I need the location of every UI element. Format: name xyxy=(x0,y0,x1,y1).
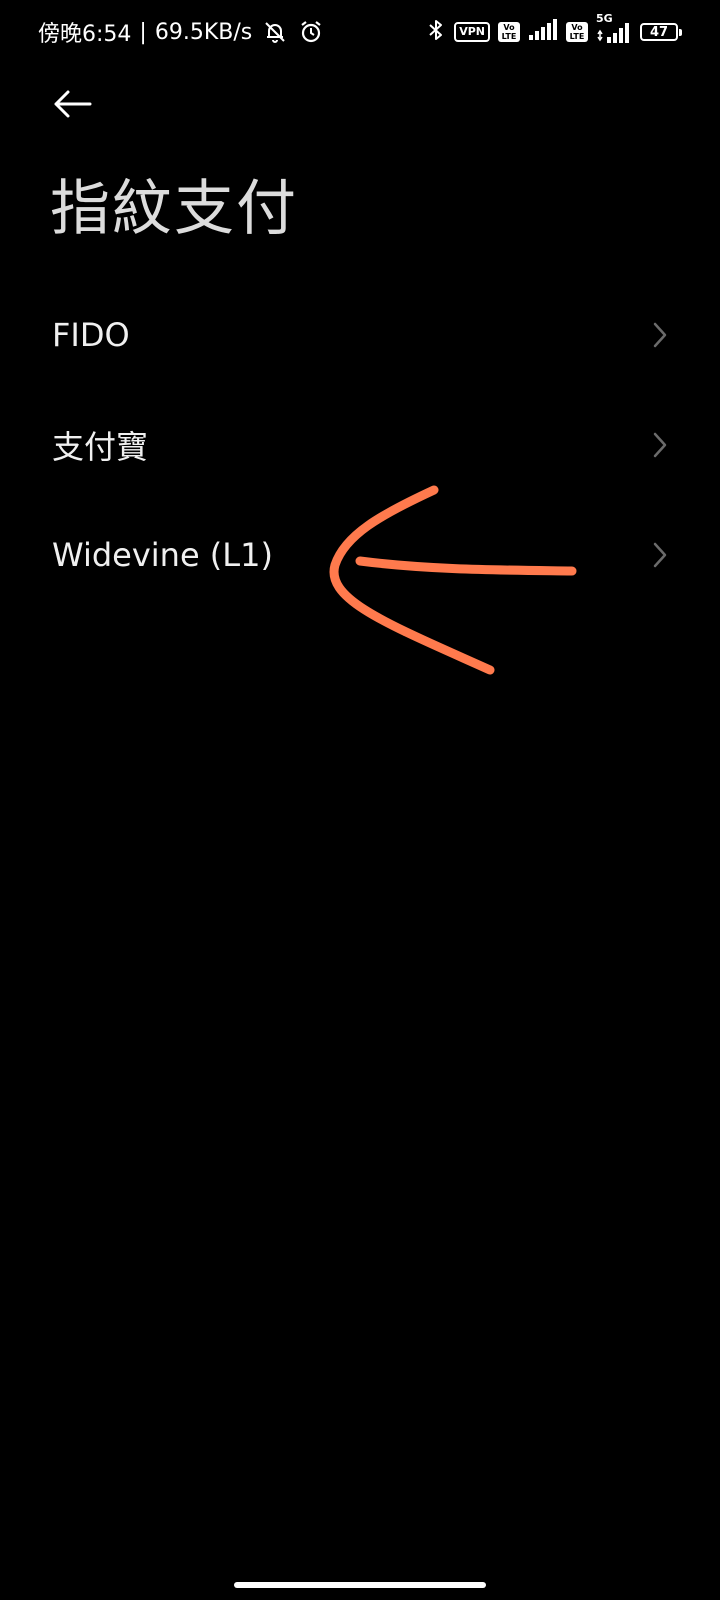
status-separator: | xyxy=(139,19,147,45)
signal-icon xyxy=(528,19,558,45)
status-right: VPN Vo LTE Vo LTE 5G 47 xyxy=(426,12,682,46)
chevron-right-icon xyxy=(653,542,667,568)
vpn-badge: VPN xyxy=(454,22,490,42)
mute-bell-icon xyxy=(262,19,288,45)
battery-level: 47 xyxy=(649,24,669,40)
menu-item-label: FIDO xyxy=(52,316,130,354)
volte-bottom: LTE xyxy=(501,32,517,41)
status-net-speed: 69.5KB/s xyxy=(154,19,253,45)
5g-signal-icon: 5G xyxy=(596,12,632,44)
status-bar: 傍晚6:54 | 69.5KB/s VPN Vo LTE Vo LTE 5G 4… xyxy=(0,0,720,64)
volte-top: Vo xyxy=(503,23,515,32)
status-time: 傍晚6:54 xyxy=(38,22,132,47)
volte-icon: Vo LTE xyxy=(498,22,520,42)
page-title: 指紋支付 xyxy=(50,174,298,244)
chevron-right-icon xyxy=(653,432,667,458)
alarm-icon xyxy=(298,19,324,45)
back-arrow-icon xyxy=(54,90,92,118)
network-type: 5G xyxy=(596,12,613,25)
back-button[interactable] xyxy=(48,84,96,124)
volte-icon-2: Vo LTE xyxy=(566,22,588,42)
volte-top-2: Vo xyxy=(571,23,583,32)
chevron-right-icon xyxy=(653,322,667,348)
menu-item-alipay[interactable]: 支付寶 xyxy=(0,390,720,500)
battery-icon: 47 xyxy=(640,23,682,41)
menu-list: FIDO 支付寶 Widevine (L1) xyxy=(0,280,720,610)
status-left: 傍晚6:54 | 69.5KB/s xyxy=(38,18,324,47)
menu-item-label: 支付寶 xyxy=(52,428,149,466)
menu-item-fido[interactable]: FIDO xyxy=(0,280,720,390)
menu-item-widevine[interactable]: Widevine (L1) xyxy=(0,500,720,610)
menu-item-label: Widevine (L1) xyxy=(52,536,273,574)
volte-bottom-2: LTE xyxy=(569,32,585,41)
bluetooth-icon xyxy=(426,18,446,46)
home-indicator[interactable] xyxy=(234,1582,486,1588)
